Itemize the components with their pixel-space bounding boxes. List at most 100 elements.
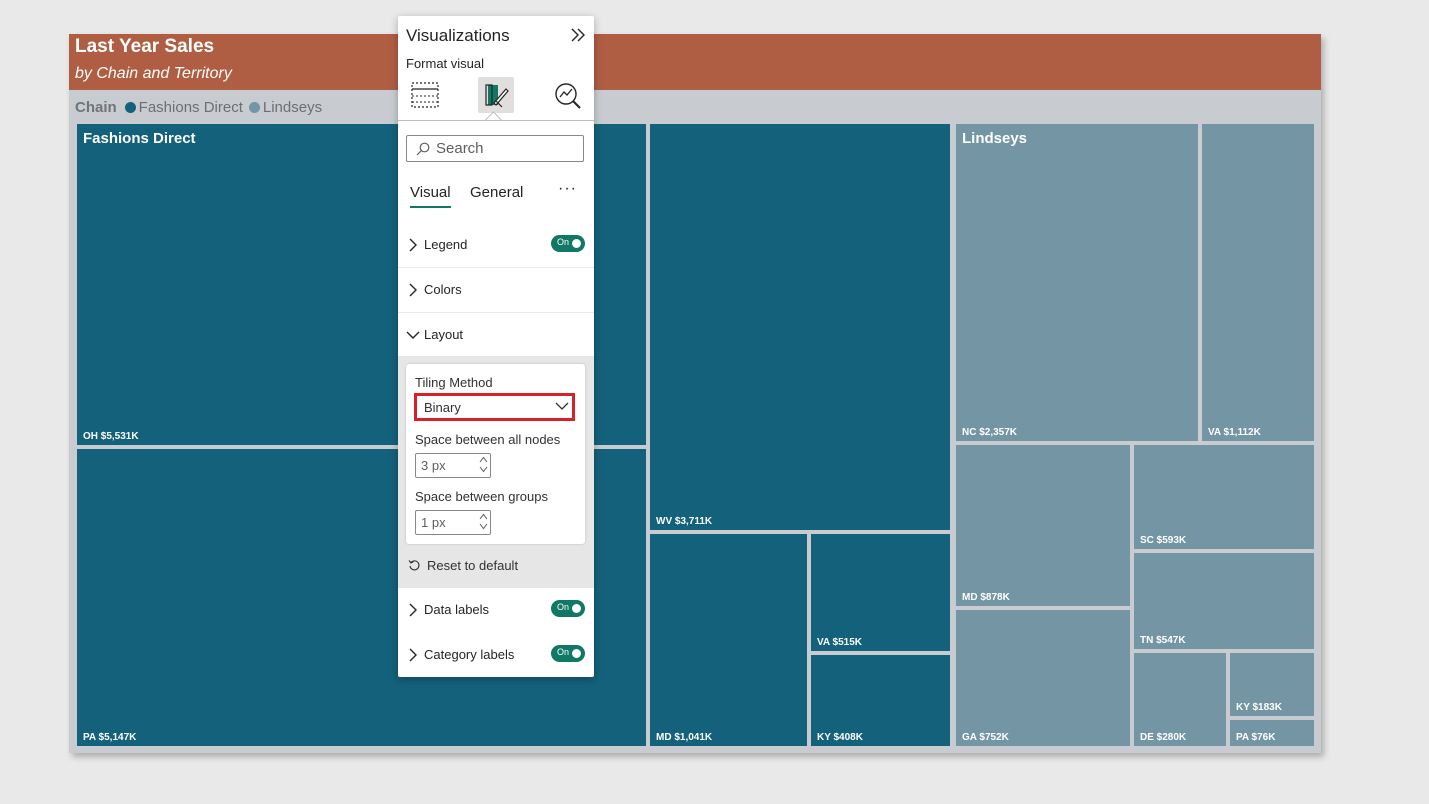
tile-data-label: GA $752K — [962, 732, 1009, 743]
reset-to-default-button[interactable]: Reset to default — [408, 558, 518, 573]
tiling-method-value: Binary — [424, 400, 461, 415]
reset-label: Reset to default — [427, 558, 519, 573]
section-label: Colors — [424, 282, 462, 297]
treemap-chart: OH $5,531K PA $5,147K WV $3,711K MD $1,041K… — [69, 34, 1321, 753]
section-label: Data labels — [424, 602, 490, 617]
visualizations-pane: Visualizations Format visual Search Visu… — [398, 16, 594, 677]
tile-data-label: VA $515K — [817, 637, 863, 648]
chart-subtitle: by Chain and Territory — [75, 65, 232, 82]
tile-data-label: NC $2,357K — [962, 427, 1018, 438]
space-groups-label: Space between groups — [415, 489, 548, 504]
space-nodes-value: 3 px — [421, 458, 446, 473]
more-options-button[interactable]: ··· — [558, 180, 577, 198]
treemap-tile-fashions-direct-wv[interactable]: WV $3,711K — [650, 124, 950, 530]
section-category-labels[interactable]: Category labels On — [398, 633, 594, 678]
reset-icon — [408, 560, 420, 571]
treemap-tile-lindseys-sc[interactable]: SC $593K — [1134, 445, 1314, 549]
section-data-labels[interactable]: Data labels On — [398, 588, 594, 633]
legend-item-lindseys[interactable]: Lindseys — [248, 99, 323, 116]
legend-label: Fashions Direct — [138, 99, 243, 116]
space-nodes-label: Space between all nodes — [415, 432, 561, 447]
chevron-right-icon — [409, 238, 417, 252]
toggle-knob — [572, 239, 581, 248]
tile-data-label: KY $408K — [817, 732, 863, 743]
treemap-tile-lindseys-de[interactable]: DE $280K — [1134, 653, 1226, 746]
chart-legend: Chain Fashions Direct Lindseys — [75, 99, 328, 116]
section-colors[interactable]: Colors — [398, 267, 594, 312]
pane-title: Visualizations — [406, 26, 510, 45]
title-bar: Last Year Sales by Chain and Territory — [69, 34, 1321, 90]
treemap-tile-fashions-direct-md[interactable]: MD $1,041K — [650, 534, 807, 746]
tile-data-label: PA $5,147K — [83, 732, 137, 743]
section-label: Layout — [424, 327, 464, 342]
chevron-down-icon — [406, 331, 420, 339]
pane-subtitle: Format visual — [406, 56, 485, 71]
tiling-method-dropdown[interactable]: Binary — [414, 393, 575, 421]
space-nodes-stepper[interactable]: 3 px — [415, 453, 491, 478]
treemap-tile-fashions-direct-va[interactable]: VA $515K — [811, 534, 950, 651]
divider — [398, 120, 594, 121]
chart-title: Last Year Sales — [75, 36, 215, 57]
section-label: Category labels — [424, 647, 515, 662]
legend-title: Chain — [75, 99, 117, 116]
format-visual-icon[interactable] — [478, 77, 514, 113]
section-label: Legend — [424, 237, 468, 252]
section-layout[interactable]: Layout — [398, 312, 594, 357]
tile-data-label: MD $878K — [962, 592, 1010, 603]
decrement-icon[interactable] — [479, 523, 488, 530]
group-label-lindseys: Lindseys — [962, 130, 1028, 147]
treemap-tile-lindseys-tn[interactable]: TN $547K — [1134, 553, 1314, 649]
tile-data-label: KY $183K — [1236, 702, 1282, 713]
analytics-icon[interactable] — [550, 78, 586, 114]
legend-dot — [248, 102, 260, 113]
report-visual[interactable]: OH $5,531K PA $5,147K WV $3,711K MD $1,041K… — [69, 34, 1321, 753]
tab-general[interactable]: General — [470, 184, 523, 201]
increment-icon[interactable] — [479, 513, 488, 520]
chevron-right-icon — [409, 283, 417, 297]
toggle-text: On — [557, 647, 570, 657]
tile-data-label: OH $5,531K — [83, 431, 139, 442]
space-groups-stepper[interactable]: 1 px — [415, 510, 491, 535]
legend-item-fashions-direct[interactable]: Fashions Direct — [124, 99, 243, 116]
toggle-text: On — [557, 602, 570, 612]
toggle-knob — [572, 604, 581, 613]
treemap-tile-lindseys-md[interactable]: MD $878K — [956, 445, 1130, 606]
decrement-icon[interactable] — [479, 466, 488, 473]
toggle-knob — [572, 649, 581, 658]
layout-settings: Tiling Method Binary Space between all n… — [398, 356, 594, 588]
treemap-tile-fashions-direct-ky[interactable]: KY $408K — [811, 655, 950, 746]
increment-icon[interactable] — [479, 456, 488, 463]
section-legend[interactable]: Legend On — [398, 223, 594, 268]
legend-label: Lindseys — [262, 99, 323, 116]
group-label-fashions-direct: Fashions Direct — [83, 130, 196, 147]
tab-visual[interactable]: Visual — [410, 184, 451, 208]
tile-data-label: MD $1,041K — [656, 732, 713, 743]
space-groups-value: 1 px — [421, 515, 446, 530]
tile-data-label: SC $593K — [1140, 535, 1187, 546]
treemap-tile-lindseys-ga[interactable]: GA $752K — [956, 610, 1130, 746]
tiling-method-label: Tiling Method — [415, 375, 493, 390]
treemap-tile-lindseys-pa[interactable]: PA $76K — [1230, 720, 1314, 746]
search-input[interactable]: Search — [406, 135, 584, 162]
chevron-right-icon — [409, 603, 417, 617]
tile-data-label: WV $3,711K — [656, 516, 713, 527]
tile-data-label: TN $547K — [1140, 635, 1186, 646]
data-labels-toggle[interactable]: On — [551, 600, 585, 617]
treemap-tile-lindseys-va[interactable]: VA $1,112K — [1202, 124, 1314, 441]
legend-dot — [124, 102, 136, 113]
search-placeholder: Search — [436, 140, 484, 157]
build-visual-icon[interactable] — [406, 78, 442, 114]
chevron-right-icon — [409, 648, 417, 662]
search-icon — [416, 142, 430, 155]
toggle-text: On — [557, 237, 570, 247]
category-labels-toggle[interactable]: On — [551, 645, 585, 662]
tile-data-label: PA $76K — [1236, 732, 1276, 743]
collapse-pane-icon[interactable] — [570, 26, 586, 44]
tile-data-label: VA $1,112K — [1208, 427, 1261, 438]
treemap-tile-lindseys-ky[interactable]: KY $183K — [1230, 653, 1314, 716]
tile-data-label: DE $280K — [1140, 732, 1187, 743]
chevron-down-icon — [555, 402, 569, 410]
layout-card: Tiling Method Binary Space between all n… — [406, 364, 585, 544]
treemap-tile-lindseys-nc[interactable]: NC $2,357K — [956, 124, 1198, 441]
legend-toggle[interactable]: On — [551, 235, 585, 252]
